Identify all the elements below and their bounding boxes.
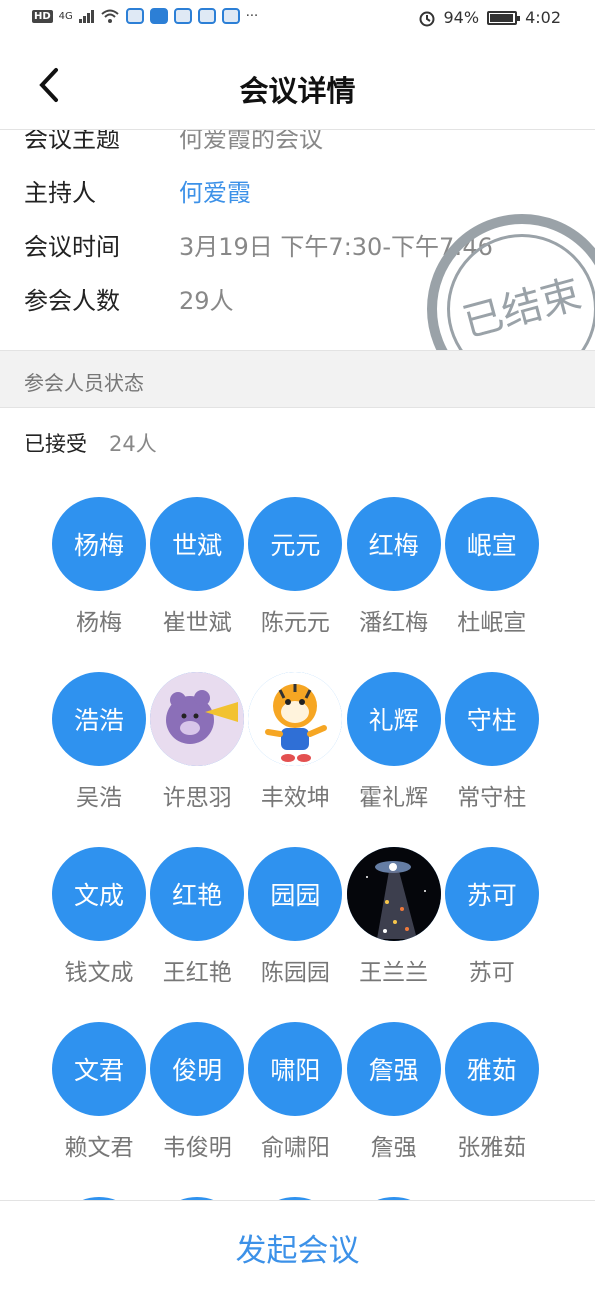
participant-item[interactable]: 礼辉 霍礼辉 [346,672,441,812]
app-notification-icon [125,8,144,24]
accepted-summary: 已接受 24人 [24,428,157,458]
avatar: 苏可 [444,847,539,941]
participant-name: 王红艳 [162,960,232,986]
host-label: 主持人 [24,178,96,207]
participant-item[interactable]: 啸阳 俞啸阳 [248,1022,343,1162]
participant-item[interactable]: 詹强 詹强 [346,1022,441,1162]
avatar: 啸阳 [248,1022,343,1116]
participant-name: 陈元元 [260,610,330,636]
participant-item[interactable]: 世斌 崔世斌 [150,497,245,637]
participant-item[interactable]: 岷宣 杜岷宣 [444,497,539,637]
participant-item[interactable]: 红梅 潘红梅 [346,497,441,637]
participant-item[interactable]: 园园 陈园园 [248,847,343,987]
accepted-label: 已接受 [24,432,87,456]
avatar: 文成 [52,847,146,941]
participant-item[interactable]: 红艳 王红艳 [150,847,245,987]
participant-name: 常守柱 [457,785,527,811]
accepted-count: 24人 [109,432,157,456]
avatar: 礼辉 [346,672,441,766]
hd-icon: HD [32,9,53,23]
network-type: 4G [58,10,73,22]
participant-item[interactable]: 文君 赖文君 [52,1022,146,1162]
alarm-icon [419,11,434,26]
avatar: 元元 [248,497,343,591]
participant-name: 杨梅 [76,610,122,636]
participant-name: 许思羽 [162,785,232,811]
app-notification-icon [221,8,240,24]
avatar: 岷宣 [444,497,539,591]
participant-name: 韦俊明 [162,1135,232,1161]
count-value: 29人 [179,286,234,315]
participant-name: 王兰兰 [359,960,429,986]
participant-item[interactable]: 王兰兰 [346,847,441,987]
participant-name: 俞啸阳 [260,1135,330,1161]
participant-item[interactable]: 元元 陈元元 [248,497,343,637]
participant-name: 丰效坤 [260,785,330,811]
time-label: 会议时间 [24,232,120,261]
avatar: 雅茹 [444,1022,539,1116]
avatar [150,672,245,766]
app-notification-icon [173,8,192,24]
participant-item[interactable]: 苏可 苏可 [444,847,539,987]
battery-icon [487,10,521,25]
section-title: 参会人员状态 [24,371,144,395]
more-notifications-icon: ··· [245,8,259,24]
count-label: 参会人数 [24,286,120,315]
participant-item[interactable]: 丰效坤 [248,672,343,812]
bear-avatar-image [150,672,245,766]
avatar: 红艳 [150,847,245,941]
participant-name: 陈园园 [260,960,330,986]
participant-item[interactable]: 俊明 韦俊明 [150,1022,245,1162]
avatar: 浩浩 [52,672,146,766]
avatar: 俊明 [150,1022,245,1116]
avatar: 杨梅 [52,497,146,591]
participant-item[interactable]: 文成 钱文成 [52,847,146,987]
participant-name: 钱文成 [64,960,134,986]
avatar: 园园 [248,847,343,941]
wifi-icon [101,9,119,23]
status-bar: HD 4G ··· 94% 4:02 [0,0,595,40]
participant-name: 杜岷宣 [457,610,527,636]
host-row: 主持人 何爱霞 [24,170,251,210]
avatar: 世斌 [150,497,245,591]
participant-name: 赖文君 [64,1135,134,1161]
app-notification-icon [149,8,168,24]
participant-name: 潘红梅 [359,610,429,636]
avatar: 红梅 [346,497,441,591]
participant-name: 霍礼辉 [359,785,429,811]
participant-item[interactable]: 守柱 常守柱 [444,672,539,812]
bottom-bar: 发起会议 [0,1200,595,1290]
signal-icon [78,9,94,23]
section-header: 参会人员状态 [0,350,595,408]
battery-percent: 94% [443,8,480,27]
participant-name: 苏可 [468,960,515,986]
avatar [248,672,343,766]
host-value[interactable]: 何爱霞 [179,173,251,208]
participant-item[interactable]: 许思羽 [150,672,245,812]
count-row: 参会人数 29人 [24,278,234,318]
clock: 4:02 [525,8,561,27]
app-notification-icon [197,8,216,24]
participant-item[interactable]: 浩浩 吴浩 [52,672,146,812]
galaxy-avatar-image [346,847,441,941]
participant-name: 张雅茹 [457,1135,527,1161]
participant-name: 詹强 [370,1135,417,1161]
page-title: 会议详情 [239,74,356,108]
participant-name: 吴浩 [76,785,122,811]
tiger-avatar-image [248,672,343,766]
avatar: 詹强 [346,1022,441,1116]
start-meeting-button[interactable]: 发起会议 [0,1225,595,1270]
nav-header: 会议详情 [0,40,595,130]
time-row: 会议时间 3月19日 下午7:30-下午7:46 [24,224,493,264]
avatar [346,847,441,941]
participant-item[interactable]: 雅茹 张雅茹 [444,1022,539,1162]
participant-name: 崔世斌 [162,610,232,636]
stamp-text: 已结束 [458,271,586,347]
avatar: 文君 [52,1022,146,1116]
avatar: 守柱 [444,672,539,766]
participant-item[interactable]: 杨梅 杨梅 [52,497,146,637]
